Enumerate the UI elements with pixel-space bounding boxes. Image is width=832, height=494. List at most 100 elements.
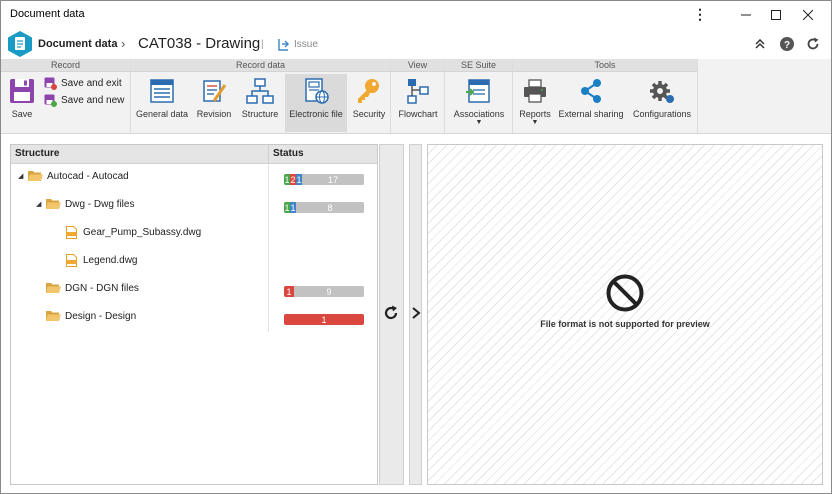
save-and-new-button[interactable]: Save and new	[44, 92, 124, 108]
structure-button[interactable]: Structure	[238, 74, 282, 132]
tree-node-legend-file[interactable]: Legend.dwg	[66, 250, 138, 270]
tree-node-label: Autocad - Autocad	[47, 170, 129, 182]
ribbon-group-label: Tools	[513, 59, 697, 72]
flowchart-button[interactable]: Flowchart	[396, 74, 440, 132]
save-and-new-label: Save and new	[61, 94, 125, 106]
configurations-button[interactable]: Configurations	[630, 74, 694, 132]
column-divider-line	[268, 164, 269, 332]
share-icon	[581, 79, 601, 103]
status-count-red: 1	[284, 314, 364, 325]
tree-node-design[interactable]: Design - Design	[36, 306, 136, 326]
structure-icon	[246, 78, 274, 104]
document-data-window: Document data ⋮ Document data › CAT038 -…	[0, 0, 832, 494]
save-new-icon	[44, 94, 57, 107]
flowchart-label: Flowchart	[398, 109, 438, 119]
general-data-button[interactable]: General data	[134, 74, 190, 132]
status-count-grey: 9	[294, 286, 364, 297]
tree-node-autocad[interactable]: ◢ Autocad - Autocad	[18, 166, 129, 186]
security-button[interactable]: Security	[349, 74, 389, 132]
document-title: CAT038 - Drawing	[138, 35, 261, 52]
issue-icon[interactable]	[277, 38, 290, 51]
ribbon-group-tools: Tools Reports ▼ External sharing Configu…	[513, 59, 698, 134]
dwg-file-icon	[66, 253, 77, 267]
tree-node-label: Legend.dwg	[83, 254, 138, 266]
ribbon-toolbar: Record Save Save and exit Save and new R…	[1, 59, 831, 134]
status-bar-design: 1	[284, 314, 364, 325]
ribbon-group-label: SE Suite	[445, 59, 512, 72]
status-bar-dwg: 1 1 8	[284, 202, 364, 213]
revision-icon	[203, 80, 227, 102]
collapse-arrow-icon[interactable]: ◢	[18, 172, 28, 180]
chevron-right-icon[interactable]	[410, 306, 422, 320]
revision-label: Revision	[196, 109, 232, 119]
close-button[interactable]	[785, 1, 831, 28]
issue-label[interactable]: Issue	[294, 39, 318, 50]
general-data-icon	[150, 79, 174, 103]
associations-icon	[466, 79, 490, 103]
reports-label: Reports	[519, 109, 551, 119]
electronic-file-label: Electronic file	[289, 109, 343, 119]
status-count-grey: 8	[296, 202, 364, 213]
header: Document data › CAT038 - Drawing | Issue…	[1, 29, 831, 59]
dwg-file-icon	[66, 225, 77, 239]
associations-label: Associations	[453, 109, 505, 119]
gear-icon	[650, 81, 674, 103]
file-preview-panel: File format is not supported for preview	[427, 144, 823, 485]
revision-button[interactable]: Revision	[193, 74, 235, 132]
column-header-status[interactable]: Status	[273, 148, 304, 159]
svg-text:?: ?	[784, 40, 790, 51]
app-name[interactable]: Document data	[38, 38, 117, 50]
ribbon-group-se-suite: SE Suite Associations ▼	[445, 59, 513, 134]
printer-icon	[524, 79, 546, 103]
ribbon-group-record-data: Record data General data Revision Struct…	[131, 59, 391, 134]
tree-node-label: DGN - DGN files	[65, 282, 139, 294]
folder-icon	[46, 283, 61, 293]
unsupported-icon	[606, 274, 644, 312]
breadcrumb-chevron-icon: ›	[121, 36, 126, 51]
external-sharing-button[interactable]: External sharing	[558, 74, 624, 132]
more-options-icon[interactable]: ⋮	[677, 1, 723, 28]
save-exit-icon	[44, 77, 57, 90]
help-icon[interactable]: ?	[779, 36, 795, 52]
ribbon-group-label: Record data	[131, 59, 390, 72]
associations-button[interactable]: Associations ▼	[450, 74, 508, 132]
tree-node-dwg[interactable]: ◢ Dwg - Dwg files	[36, 194, 134, 214]
save-label: Save	[11, 109, 33, 119]
tree-node-dgn[interactable]: DGN - DGN files	[36, 278, 139, 298]
ribbon-group-label: View	[391, 59, 444, 72]
dropdown-caret-icon: ▼	[531, 119, 539, 126]
reports-button[interactable]: Reports ▼	[516, 74, 554, 132]
ribbon-group-view: View Flowchart	[391, 59, 445, 134]
structure-label: Structure	[241, 109, 279, 119]
document-app-icon	[8, 31, 32, 57]
general-data-label: General data	[135, 109, 189, 119]
ribbon-group-label: Record	[1, 59, 130, 72]
save-and-exit-label: Save and exit	[61, 77, 122, 89]
electronic-file-button[interactable]: Electronic file	[285, 74, 347, 132]
save-button[interactable]: Save	[5, 74, 39, 132]
window-title: Document data	[10, 8, 85, 20]
refresh-icon[interactable]	[382, 304, 400, 322]
tree-node-gear-pump-file[interactable]: Gear_Pump_Subassy.dwg	[66, 222, 201, 242]
structure-table-header: Structure Status	[11, 145, 377, 164]
collapse-ribbon-icon[interactable]	[752, 36, 768, 52]
column-divider[interactable]	[268, 145, 269, 164]
column-header-structure[interactable]: Structure	[15, 148, 59, 159]
status-count-red: 1	[284, 286, 294, 297]
divider: |	[261, 39, 264, 50]
status-bar-autocad: 1 2 1 17	[284, 174, 364, 185]
save-icon	[10, 79, 34, 103]
security-label: Security	[352, 109, 386, 119]
key-icon	[358, 79, 379, 103]
save-and-exit-button[interactable]: Save and exit	[44, 75, 122, 91]
status-count-grey: 17	[302, 174, 364, 185]
ribbon-group-record: Record Save Save and exit Save and new	[1, 59, 131, 134]
reload-icon[interactable]	[805, 36, 821, 52]
tree-node-label: Design - Design	[65, 310, 137, 322]
collapse-arrow-icon[interactable]: ◢	[36, 200, 46, 208]
electronic-file-icon	[305, 78, 329, 104]
external-sharing-label: External sharing	[558, 109, 624, 119]
configurations-label: Configurations	[632, 109, 692, 119]
tree-node-label: Dwg - Dwg files	[65, 198, 135, 210]
dropdown-caret-icon: ▼	[475, 119, 483, 126]
